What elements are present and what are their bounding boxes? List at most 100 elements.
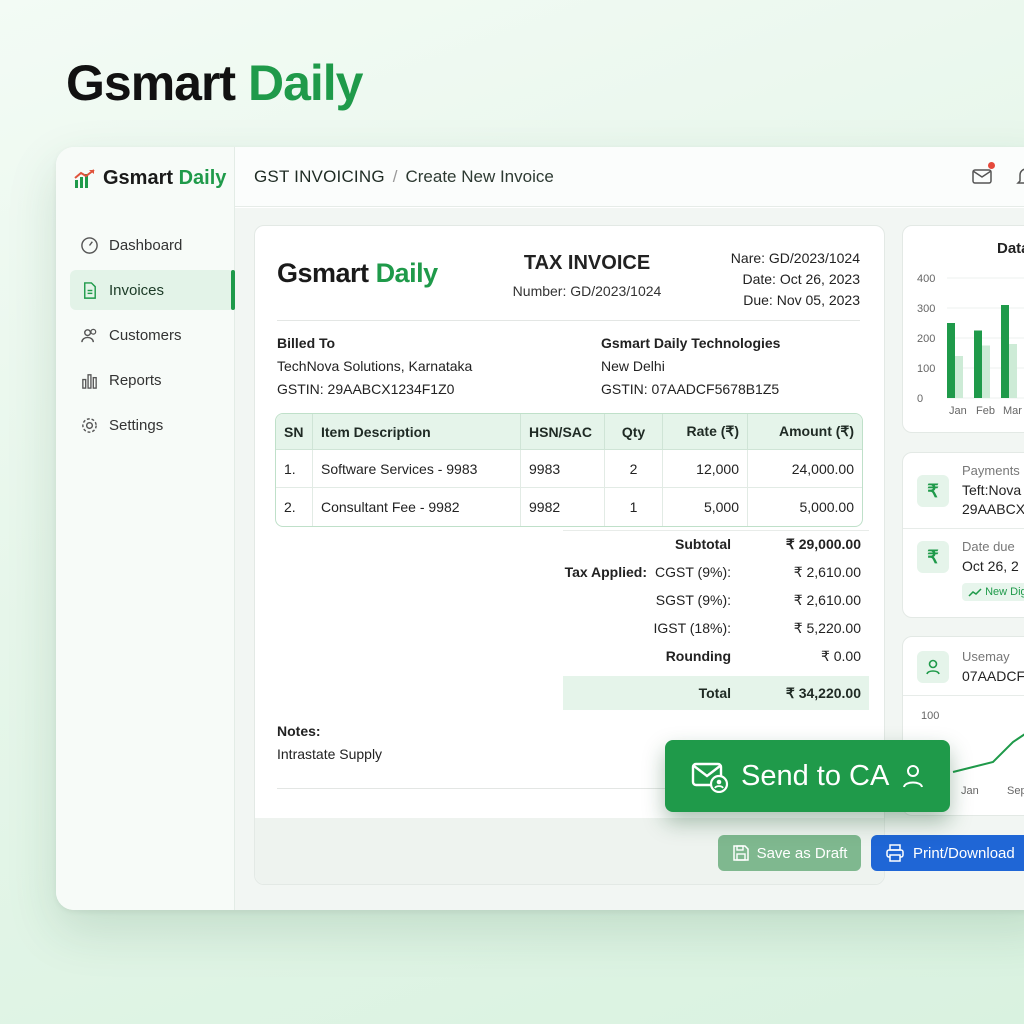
column-header: SN (276, 414, 313, 450)
table-row[interactable]: 2. Consultant Fee - 9982 9982 1 5,000 5,… (276, 488, 862, 526)
notification-dot (988, 162, 995, 169)
invoice-meta-date: Date: Oct 26, 2023 (742, 271, 860, 287)
save-draft-label: Save as Draft (756, 844, 848, 862)
x-tick-label: Feb (976, 405, 995, 417)
bar[interactable] (947, 323, 955, 398)
breadcrumb-section[interactable]: GST INVOICING (254, 167, 385, 187)
bar[interactable] (955, 356, 963, 398)
sidebar-logo[interactable]: Gsmart Daily (73, 167, 226, 190)
sgst-row: SGST (9%): ₹ 2,610.00 (563, 586, 869, 614)
rounding-row: Rounding ₹ 0.00 (563, 642, 869, 670)
sidebar-item-customers[interactable]: Customers (70, 315, 235, 355)
gauge-icon (81, 236, 98, 254)
igst-label: IGST (18%): (653, 620, 731, 636)
bar[interactable] (1001, 305, 1009, 398)
payments-card: ₹ Payments Teft:Nova 29AABCX ₹ Date due … (902, 452, 1024, 618)
invoice-meta-ref: Nare: GD/2023/1024 (730, 250, 860, 266)
usage-value: 07AADCF (962, 668, 1024, 684)
y-tick-label: 300 (917, 303, 935, 315)
sidebar-item-dashboard[interactable]: Dashboard (70, 225, 235, 265)
save-draft-button[interactable]: Save as Draft (718, 835, 861, 871)
total-row: Total ₹ 34,220.00 (563, 676, 869, 710)
x-tick-label: Mar (1003, 405, 1022, 417)
bar[interactable] (974, 330, 982, 399)
cell-description: Software Services - 9983 (313, 450, 521, 488)
usage-xtick: Sep (1007, 785, 1024, 797)
sidebar-item-label: Settings (109, 416, 164, 434)
bell-icon[interactable] (1015, 165, 1024, 187)
table-row[interactable]: 1. Software Services - 9983 9983 2 12,00… (276, 450, 862, 488)
divider (903, 695, 1024, 696)
seller-block: Gsmart Daily Technologies New Delhi GSTI… (601, 332, 780, 401)
growth-chart-icon (74, 168, 95, 188)
subtotal-row: Subtotal ₹ 29,000.00 (563, 530, 869, 558)
sidebar-item-settings[interactable]: Settings (70, 405, 235, 445)
notes-heading: Notes: (277, 723, 321, 739)
invoice-number: Number: GD/2023/1024 (512, 283, 662, 299)
cell-sn: 2. (276, 488, 313, 526)
y-tick-label: 0 (917, 393, 923, 405)
new-badge[interactable]: New Dig (962, 583, 1024, 601)
y-tick-label: 200 (917, 333, 935, 345)
new-badge-label: New Dig (985, 586, 1024, 598)
invoice-meta-due: Due: Nov 05, 2023 (743, 292, 860, 308)
document-icon (84, 281, 96, 299)
hero-brand-title: Gsmart Daily (66, 54, 363, 112)
cgst-value: ₹ 2,610.00 (793, 563, 861, 580)
breadcrumb-separator: / (392, 166, 398, 186)
divider (903, 528, 1024, 529)
sidebar-item-label: Dashboard (109, 236, 183, 254)
print-download-button[interactable]: Print/Download (871, 835, 1024, 871)
billed-to-gstin: GSTIN: 29AABCX1234F1Z0 (277, 381, 455, 397)
payments-gstin: 29AABCX (962, 501, 1024, 517)
rounding-label: Rounding (665, 648, 731, 664)
user-icon (903, 765, 924, 788)
print-download-label: Print/Download (913, 844, 1015, 862)
usage-xtick: Jan (961, 785, 979, 797)
data-chart-card: Data 4003002001000JanFebMar (902, 225, 1024, 433)
billed-to-block: Billed To TechNova Solutions, Karnataka … (277, 332, 472, 401)
bar-chart: 400 300 200 100 0 Jan Feb Mar (917, 273, 1024, 417)
seller-gstin: GSTIN: 07AADCF5678B1Z5 (601, 381, 780, 397)
tax-applied-label: Tax Applied: (564, 564, 648, 580)
seller-name: Gsmart Daily Technologies (601, 335, 781, 351)
sgst-value: ₹ 2,610.00 (793, 591, 861, 608)
bar-chart-icon (82, 373, 97, 389)
bar[interactable] (1009, 344, 1017, 398)
payments-label: Payments (962, 463, 1020, 478)
invoice-logo-part1: Gsmart (277, 258, 369, 288)
cell-qty: 1 (605, 488, 663, 526)
invoice-logo-part2: Daily (375, 258, 439, 288)
column-header: Item Description (313, 414, 521, 450)
cell-hsn: 9983 (521, 450, 605, 488)
sidebar-item-reports[interactable]: Reports (70, 360, 235, 400)
cell-hsn: 9982 (521, 488, 605, 526)
cgst-row: Tax Applied: CGST (9%): ₹ 2,610.00 (563, 558, 869, 586)
total-label: Total (698, 685, 731, 701)
send-to-ca-button[interactable]: Send to CA (665, 740, 950, 812)
cell-rate: 5,000 (663, 488, 748, 526)
rupee-icon: ₹ (917, 475, 949, 507)
igst-value: ₹ 5,220.00 (793, 619, 861, 636)
cell-sn: 1. (276, 450, 313, 488)
sidebar-item-label: Invoices (109, 281, 165, 299)
app-window: Gsmart Daily Dashboard Invoices Customer… (56, 147, 1024, 910)
sidebar-nav: Dashboard Invoices Customers Reports Set… (70, 225, 235, 450)
table-header-row: SN Item Description HSN/SAC Qty Rate (₹)… (276, 414, 862, 450)
payments-value: Teft:Nova (962, 482, 1022, 498)
rupee-icon: ₹ (917, 541, 949, 573)
sidebar-item-invoices[interactable]: Invoices (70, 270, 235, 310)
sidebar-logo-part1: Gsmart (103, 167, 174, 189)
subtotal-value: ₹ 29,000.00 (785, 535, 861, 552)
bar[interactable] (982, 345, 990, 399)
main-content: Gsmart Daily TAX INVOICE Number: GD/2023… (235, 208, 1024, 910)
users-icon (81, 328, 97, 342)
usage-series-line (952, 733, 1024, 773)
cell-description: Consultant Fee - 9982 (313, 488, 521, 526)
mail-user-icon (691, 762, 729, 793)
mail-icon[interactable] (971, 162, 995, 187)
topbar-icons (971, 162, 1024, 187)
total-value: ₹ 34,220.00 (785, 684, 861, 701)
billed-to-heading: Billed To (277, 335, 336, 351)
subtotal-label: Subtotal (675, 536, 731, 552)
